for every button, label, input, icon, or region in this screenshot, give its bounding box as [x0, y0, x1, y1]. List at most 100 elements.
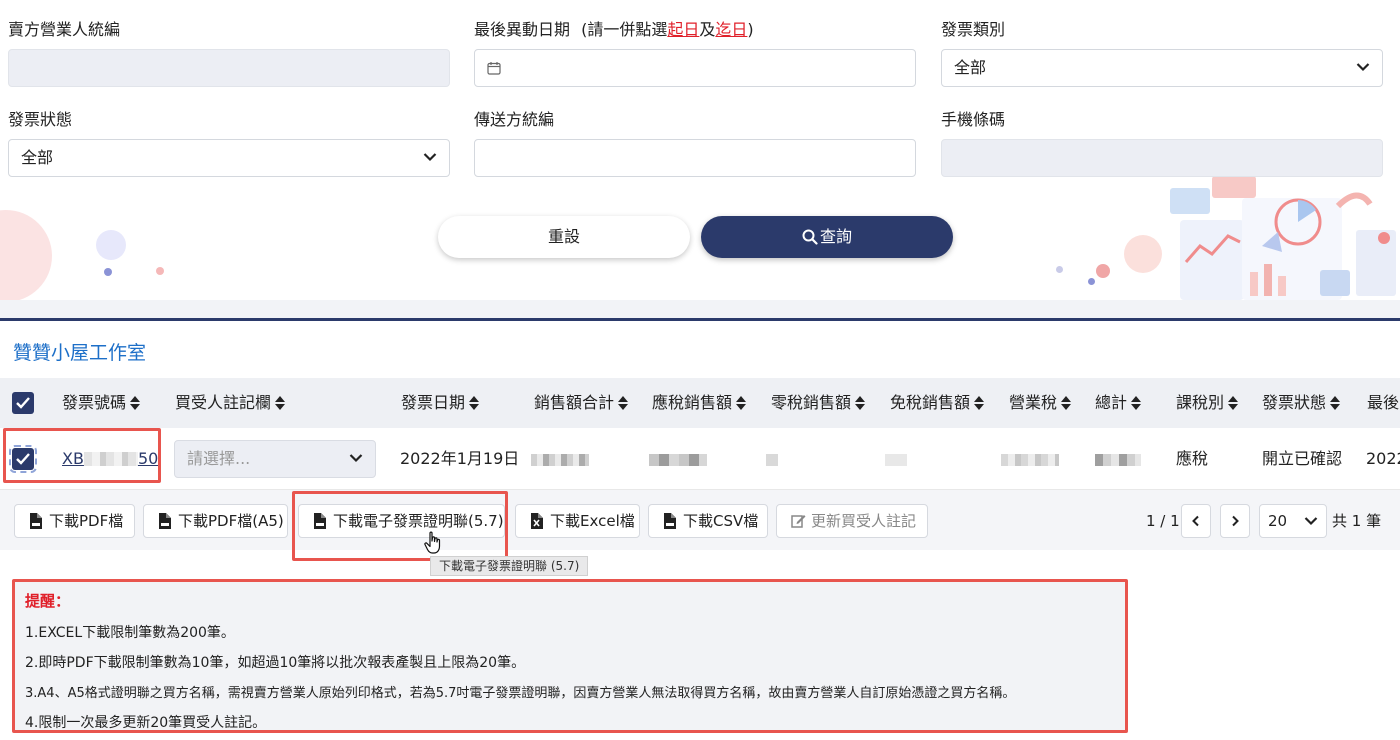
column-business-tax-label: 營業稅: [1009, 393, 1058, 412]
notes-title: 提醒：: [25, 592, 71, 610]
chevron-right-icon: [1232, 515, 1239, 527]
sort-icon: [1228, 396, 1239, 410]
column-last-label: 最後: [1367, 393, 1400, 412]
analytics-illustration-icon: [1170, 176, 1396, 300]
tax-free-sales-masked: [885, 454, 907, 466]
date-hint-start: 起日: [667, 20, 700, 39]
date-hint-end: 迄日: [715, 20, 748, 39]
invoice-type-value: 全部: [954, 58, 987, 77]
update-buyer-note-button[interactable]: 更新買受人註記: [776, 504, 928, 538]
invoice-type-select[interactable]: 全部: [941, 49, 1383, 87]
column-sales-total[interactable]: 銷售額合計: [534, 378, 629, 428]
sort-icon: [736, 396, 747, 410]
buyer-note-select[interactable]: 請選擇...: [174, 440, 376, 478]
note-item: 1.EXCEL下載限制筆數為200筆。: [25, 625, 235, 641]
column-sales-total-label: 銷售額合計: [534, 393, 615, 412]
total-masked: [1095, 454, 1141, 466]
sort-icon: [974, 396, 985, 410]
column-tax-type[interactable]: 課稅別: [1176, 378, 1239, 428]
section-divider: [0, 300, 1400, 318]
column-taxable-sales[interactable]: 應稅銷售額: [652, 378, 747, 428]
search-button[interactable]: 查詢: [701, 216, 953, 258]
action-toolbar: 下載PDF檔 下載PDF檔(A5) 下載電子發票證明聯(5.7) 下載Excel…: [0, 490, 1400, 550]
date-field: 最後異動日期 (請一併點選起日及迄日): [474, 18, 916, 87]
pdf-file-icon: [159, 513, 171, 529]
sort-icon: [469, 396, 480, 410]
invoice-type-field: 發票類別 全部: [941, 18, 1383, 87]
download-pdf-button[interactable]: 下載PDF檔: [14, 504, 135, 538]
page-indicator: 1 / 1: [1146, 512, 1180, 530]
download-pdf-a5-label: 下載PDF檔(A5): [178, 512, 284, 530]
chevron-down-icon: [423, 153, 437, 162]
column-invoice-status[interactable]: 發票狀態: [1262, 378, 1341, 428]
note-item: 4.限制一次最多更新20筆買受人註記。: [25, 715, 267, 731]
column-total-label: 總計: [1095, 393, 1128, 412]
seller-id-input[interactable]: [8, 49, 450, 87]
sort-icon: [130, 396, 141, 410]
date-label: 最後異動日期 (請一併點選起日及迄日): [474, 18, 916, 42]
reset-button[interactable]: 重設: [438, 216, 690, 258]
invoice-date-cell: 2022年1月19日: [400, 449, 520, 468]
sender-id-label: 傳送方統編: [474, 110, 555, 129]
download-csv-button[interactable]: 下載CSV檔: [648, 504, 768, 538]
highlight-box: [292, 491, 508, 561]
chevron-left-icon: [1192, 515, 1199, 527]
sort-icon: [1061, 396, 1072, 410]
section-divider-line: [0, 318, 1400, 321]
column-tax-type-label: 課稅別: [1176, 393, 1225, 412]
column-buyer-note-label: 買受人註記欄: [175, 393, 272, 412]
download-pdf-a5-button[interactable]: 下載PDF檔(A5): [143, 504, 288, 538]
invoice-status-value: 全部: [21, 148, 54, 167]
last-modified-cell: 2022: [1366, 449, 1400, 468]
excel-file-icon: [531, 513, 543, 529]
buyer-note-placeholder: 請選擇...: [187, 449, 251, 468]
total-count: 共 1 筆: [1332, 512, 1382, 530]
decoration-dot: [104, 268, 112, 276]
column-tax-free-sales[interactable]: 免稅銷售額: [890, 378, 985, 428]
calendar-icon: [487, 62, 501, 75]
update-buyer-note-label: 更新買受人註記: [811, 512, 917, 530]
column-invoice-no[interactable]: 發票號碼: [62, 378, 141, 428]
sender-id-input[interactable]: [474, 139, 916, 177]
download-excel-button[interactable]: 下載Excel檔: [515, 504, 640, 538]
decoration-dot: [156, 267, 164, 275]
next-page-button[interactable]: [1220, 504, 1250, 538]
column-invoice-no-label: 發票號碼: [62, 393, 127, 412]
note-item: 3.A4、A5格式證明聯之買方名稱，需視賣方營業人原始列印格式，若為5.7吋電子…: [25, 686, 1016, 701]
invoice-status-label: 發票狀態: [8, 110, 73, 129]
column-zero-tax-sales-label: 零稅銷售額: [771, 393, 852, 412]
sort-icon: [1330, 396, 1341, 410]
check-icon: [16, 397, 30, 409]
search-button-label: 查詢: [819, 227, 852, 246]
mobile-barcode-input[interactable]: [941, 139, 1383, 177]
csv-file-icon: [664, 513, 676, 529]
decoration-circle: [1124, 235, 1162, 273]
tax-type-cell: 應稅: [1176, 449, 1209, 468]
select-all-checkbox[interactable]: [12, 392, 34, 414]
zero-tax-sales-masked: [766, 454, 778, 466]
prev-page-button[interactable]: [1181, 504, 1211, 538]
column-buyer-note[interactable]: 買受人註記欄: [175, 378, 286, 428]
column-business-tax[interactable]: 營業稅: [1009, 378, 1072, 428]
edit-icon: [791, 515, 806, 528]
invoice-status-select[interactable]: 全部: [8, 139, 450, 177]
date-hint-and: 及: [699, 20, 716, 39]
column-total[interactable]: 總計: [1095, 378, 1142, 428]
hand-cursor-icon: [424, 531, 441, 554]
column-zero-tax-sales[interactable]: 零稅銷售額: [771, 378, 866, 428]
pdf-file-icon: [30, 513, 42, 529]
highlight-box: [3, 428, 161, 483]
column-invoice-date[interactable]: 發票日期: [401, 378, 480, 428]
seller-id-field: 賣方營業人統編: [8, 18, 450, 87]
download-excel-label: 下載Excel檔: [550, 512, 635, 530]
column-tax-free-sales-label: 免稅銷售額: [890, 393, 971, 412]
page-size-select[interactable]: 20: [1259, 504, 1327, 538]
sales-total-masked: [531, 454, 589, 466]
business-tax-masked: [1001, 454, 1059, 466]
column-invoice-status-label: 發票狀態: [1262, 393, 1327, 412]
date-range-input[interactable]: [474, 49, 916, 87]
column-last[interactable]: 最後: [1367, 378, 1399, 428]
sort-icon: [618, 396, 629, 410]
column-taxable-sales-label: 應稅銷售額: [652, 393, 733, 412]
search-form: 賣方營業人統編 最後異動日期 (請一併點選起日及迄日) 發票類別 全部 發票狀態…: [0, 0, 1400, 300]
